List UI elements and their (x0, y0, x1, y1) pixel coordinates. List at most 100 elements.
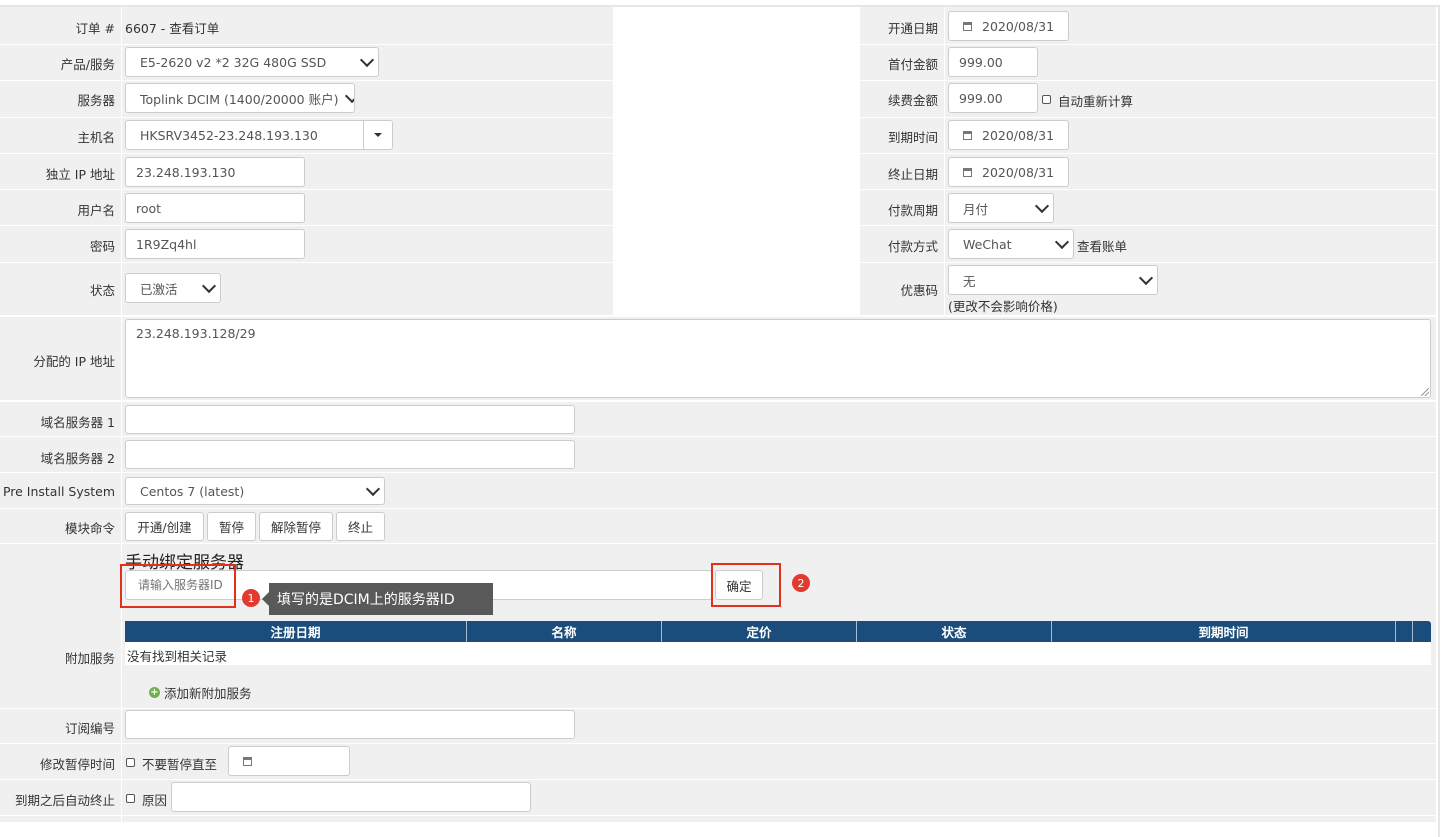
step-2-badge: 2 (792, 574, 810, 592)
order-label: 订单 # (75, 21, 115, 36)
col-blank-1 (1396, 621, 1413, 642)
status-select[interactable]: 已激活 (125, 273, 221, 303)
dedicated-ip-input-value: 23.248.193.130 (136, 164, 236, 180)
hostname-input[interactable]: HKSRV3452-23.248.193.130 (125, 120, 364, 150)
server-label: 服务器 (77, 93, 115, 108)
billing-cycle-select[interactable]: 月付 (948, 193, 1054, 223)
assigned-ips-value: 23.248.193.128/29 (136, 326, 256, 341)
termination-date-label: 终止日期 (887, 167, 938, 182)
next-due-label: 到期时间 (887, 130, 938, 145)
first-amount-input[interactable]: 999.00 (948, 47, 1038, 77)
password-label: 密码 (89, 239, 115, 254)
order-value[interactable]: 6607 - 查看订单 (125, 18, 219, 37)
tooltip: 填写的是DCIM上的服务器ID (269, 583, 493, 615)
chevron-down-icon (359, 52, 375, 67)
module-label: 模块命令 (64, 521, 115, 536)
calendar-icon (243, 756, 252, 766)
ns2-label: 域名服务器 2 (40, 451, 115, 466)
next-due-input-value: 2020/08/31 (982, 127, 1055, 143)
promo-label: 优惠码 (900, 283, 938, 298)
os-select-value: Centos 7 (latest) (140, 483, 245, 499)
ns1-label: 域名服务器 1 (40, 415, 115, 430)
no-suspend-label: 不要暂停直至 (142, 757, 218, 772)
recurring-amount-label: 续费金额 (887, 93, 938, 108)
next-due-input[interactable]: 2020/08/31 (948, 120, 1069, 150)
password-input-value: 1R9Zq4hl (136, 236, 197, 252)
no-suspend-checkbox[interactable] (126, 758, 135, 767)
calendar-icon (963, 21, 972, 31)
col-price[interactable]: 定价 (662, 621, 857, 642)
payment-method-select[interactable]: WeChat (948, 229, 1074, 259)
dedicated-ip-input[interactable]: 23.248.193.130 (125, 157, 305, 187)
subscription-input[interactable] (125, 710, 575, 739)
username-input-value: root (136, 200, 162, 216)
hostname-dropdown-button[interactable] (363, 120, 393, 150)
assigned-ips-textarea[interactable]: 23.248.193.128/29 (125, 319, 1431, 398)
reg-date-label: 开通日期 (887, 21, 938, 36)
caret-down-icon (374, 133, 382, 137)
calendar-icon (963, 167, 972, 177)
col-blank-2 (1413, 621, 1431, 642)
col-status[interactable]: 状态 (857, 621, 1052, 642)
chevron-down-icon (1054, 234, 1070, 249)
product-label: 产品/服务 (60, 57, 115, 72)
chevron-down-icon (1034, 198, 1050, 213)
product-select[interactable]: E5-2620 v2 *2 32G 480G SSD (125, 47, 379, 77)
plus-icon: + (149, 687, 160, 698)
addons-empty-text: 没有找到相关记录 (127, 649, 228, 664)
recurring-amount-input[interactable]: 999.00 (948, 83, 1038, 113)
hostname-label: 主机名 (77, 130, 115, 145)
subscription-label: 订阅编号 (64, 721, 115, 736)
addons-empty-row (125, 642, 1431, 665)
recurring-amount-input-value: 999.00 (959, 90, 1003, 106)
payment-method-label: 付款方式 (887, 239, 938, 254)
termination-date-input[interactable]: 2020/08/31 (948, 157, 1069, 187)
chevron-down-icon (344, 88, 354, 103)
unsuspend-button[interactable]: 解除暂停 (259, 512, 333, 541)
chevron-down-icon (365, 481, 381, 496)
billing-cycle-label: 付款周期 (887, 203, 938, 218)
add-addon-link[interactable]: 添加新附加服务 (164, 683, 252, 702)
billing-cycle-select-value: 月付 (963, 201, 989, 217)
suspend-until-label: 修改暂停时间 (39, 757, 115, 772)
first-amount-label: 首付金额 (887, 57, 938, 72)
username-input[interactable]: root (125, 193, 305, 223)
view-invoices-link[interactable]: 查看账单 (1077, 236, 1127, 255)
os-select[interactable]: Centos 7 (latest) (125, 477, 385, 505)
assigned-ips-label: 分配的 IP 地址 (33, 354, 115, 369)
reg-date-input[interactable]: 2020/08/31 (948, 11, 1069, 41)
password-input[interactable]: 1R9Zq4hl (125, 229, 305, 259)
confirm-highlight (711, 563, 781, 607)
product-select-value: E5-2620 v2 *2 32G 480G SSD (140, 54, 327, 70)
resize-handle-icon[interactable] (1421, 388, 1429, 396)
reg-date-input-value: 2020/08/31 (982, 18, 1055, 34)
promo-select[interactable]: 无 (948, 265, 1158, 295)
suspend-date-input[interactable] (228, 746, 350, 776)
reason-input[interactable] (171, 782, 531, 812)
create-button[interactable]: 开通/创建 (125, 512, 204, 541)
terminate-button[interactable]: 终止 (336, 512, 385, 541)
termination-date-input-value: 2020/08/31 (982, 164, 1055, 180)
dedicated-ip-label: 独立 IP 地址 (45, 167, 115, 182)
col-next-due[interactable]: 到期时间 (1052, 621, 1396, 642)
auto-recalc-label: 自动重新计算 (1058, 94, 1134, 109)
tooltip-arrow (262, 592, 269, 606)
status-label: 状态 (89, 283, 115, 298)
chevron-down-icon (1138, 270, 1154, 285)
payment-method-select-value: WeChat (963, 236, 1012, 252)
hostname-input-value: HKSRV3452-23.248.193.130 (140, 127, 318, 143)
col-name[interactable]: 名称 (467, 621, 662, 642)
auto-recalc-checkbox[interactable] (1042, 95, 1051, 104)
addons-label: 附加服务 (64, 651, 115, 666)
ns1-input[interactable] (125, 405, 575, 434)
suspend-button[interactable]: 暂停 (207, 512, 256, 541)
ns2-input[interactable] (125, 440, 575, 469)
first-amount-input-value: 999.00 (959, 54, 1003, 70)
chevron-down-icon (201, 278, 217, 293)
server-id-highlight (120, 564, 236, 608)
auto-terminate-checkbox[interactable] (126, 794, 135, 803)
server-select[interactable]: Toplink DCIM (1400/20000 账户) (125, 83, 355, 113)
server-select-value: Toplink DCIM (1400/20000 账户) (140, 91, 339, 107)
col-reg-date[interactable]: 注册日期 (125, 621, 467, 642)
step-1-badge: 1 (242, 589, 260, 607)
